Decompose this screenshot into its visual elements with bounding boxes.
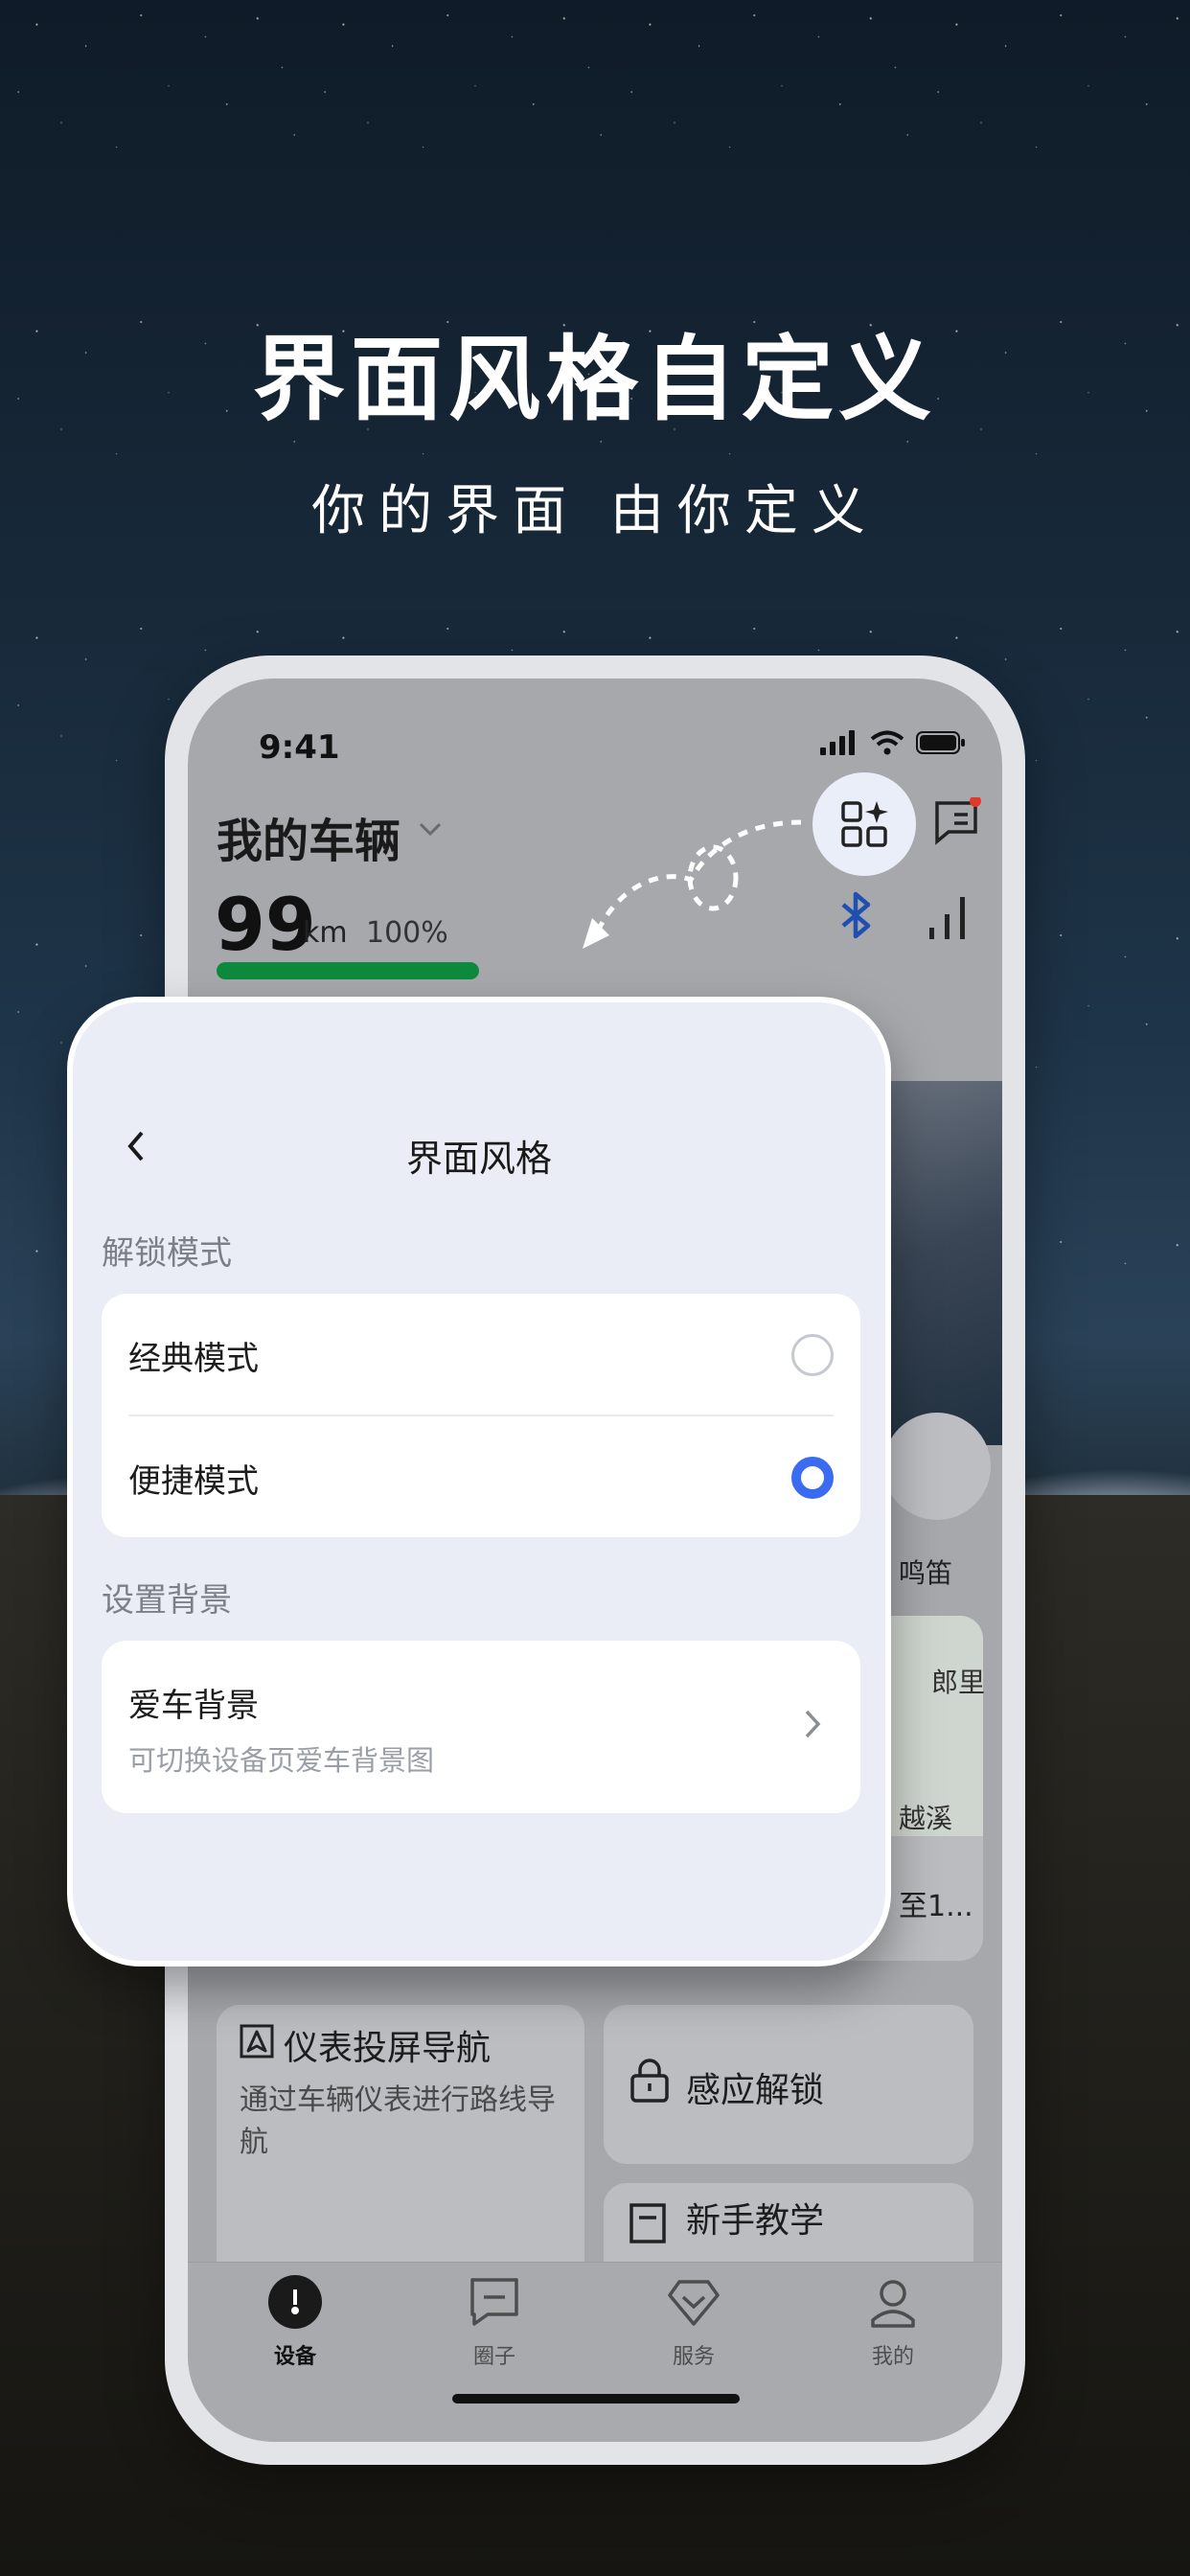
dashboard-navigation-title: 仪表投屏导航	[284, 2029, 492, 2068]
radio-unselected[interactable]	[791, 1334, 834, 1376]
car-background-description: 可切换设备页爱车背景图	[128, 1744, 435, 1777]
chevron-right-icon	[805, 1710, 821, 1738]
home-indicator[interactable]	[452, 2394, 740, 2404]
quick-mode-label: 便捷模式	[128, 1462, 259, 1501]
chat-icon	[470, 2278, 518, 2326]
battery-status-icon	[916, 731, 965, 754]
book-icon	[629, 2203, 666, 2243]
bluetooth-icon[interactable]	[839, 891, 874, 939]
tab-profile[interactable]: 我的	[835, 2274, 950, 2370]
battery-bar-fill	[217, 962, 479, 979]
navigation-arrow-icon	[240, 2024, 274, 2058]
person-icon	[871, 2280, 915, 2328]
hero-subtitle: 你的界面 由你定义	[311, 480, 879, 542]
range-unit: km	[303, 916, 348, 950]
lock-icon	[630, 2058, 669, 2103]
widgets-sparkle-icon	[841, 801, 888, 847]
battery-percent: 100%	[366, 916, 448, 950]
quick-mode-option[interactable]: 便捷模式	[102, 1416, 860, 1537]
map-destination-label: 至1...	[899, 1890, 973, 1923]
status-icons	[820, 730, 966, 755]
unlock-mode-panel: 经典模式 便捷模式	[102, 1294, 860, 1537]
interface-style-button[interactable]	[812, 772, 916, 876]
wifi-icon	[870, 730, 904, 755]
map-place-label: 郎里	[931, 1667, 986, 1698]
cellular-signal-icon	[820, 730, 855, 755]
tab-label: 服务	[672, 2345, 715, 2369]
chevron-down-icon[interactable]	[418, 820, 443, 838]
battery-bar	[217, 962, 479, 979]
tab-label: 我的	[871, 2345, 914, 2369]
sensor-unlock-title: 感应解锁	[686, 2071, 825, 2110]
diamond-icon	[668, 2280, 720, 2326]
status-time: 9:41	[259, 728, 340, 767]
vehicle-signal-icon	[929, 897, 965, 939]
background-section-label: 设置背景	[102, 1581, 232, 1620]
dashboard-navigation-description: 通过车辆仪表进行路线导航	[240, 2083, 556, 2159]
classic-mode-label: 经典模式	[128, 1340, 259, 1378]
tutorial-title: 新手教学	[686, 2201, 825, 2241]
tab-label: 设备	[273, 2345, 316, 2369]
bottom-tab-bar: 设备 圈子 服务 我的	[188, 2262, 1002, 2442]
hero-title: 界面风格自定义	[253, 326, 937, 433]
tab-device[interactable]: 设备	[238, 2274, 353, 2370]
car-background-option[interactable]: 爱车背景 可切换设备页爱车背景图	[102, 1641, 860, 1813]
dashed-arrow-icon	[583, 819, 802, 949]
vehicle-title[interactable]: 我的车辆	[217, 803, 400, 870]
car-background-title: 爱车背景	[128, 1687, 259, 1725]
tab-label: 圈子	[472, 2345, 515, 2369]
tab-circle[interactable]: 圈子	[437, 2274, 552, 2370]
horn-button[interactable]	[883, 1413, 991, 1520]
map-place-label: 越溪	[899, 1803, 953, 1834]
radio-selected[interactable]	[791, 1457, 834, 1499]
range-value: 99	[215, 882, 316, 967]
tab-service[interactable]: 服务	[636, 2274, 751, 2370]
gauge-icon	[268, 2275, 322, 2329]
message-icon[interactable]	[933, 797, 981, 845]
interface-style-sheet: 界面风格 解锁模式 经典模式 便捷模式 设置背景 爱车背景 可切换设备页爱车背景…	[67, 997, 891, 1966]
classic-mode-option[interactable]: 经典模式	[102, 1294, 860, 1416]
unlock-mode-section-label: 解锁模式	[102, 1234, 232, 1273]
sheet-title: 界面风格	[405, 1138, 552, 1180]
horn-label: 鸣笛	[899, 1557, 953, 1589]
